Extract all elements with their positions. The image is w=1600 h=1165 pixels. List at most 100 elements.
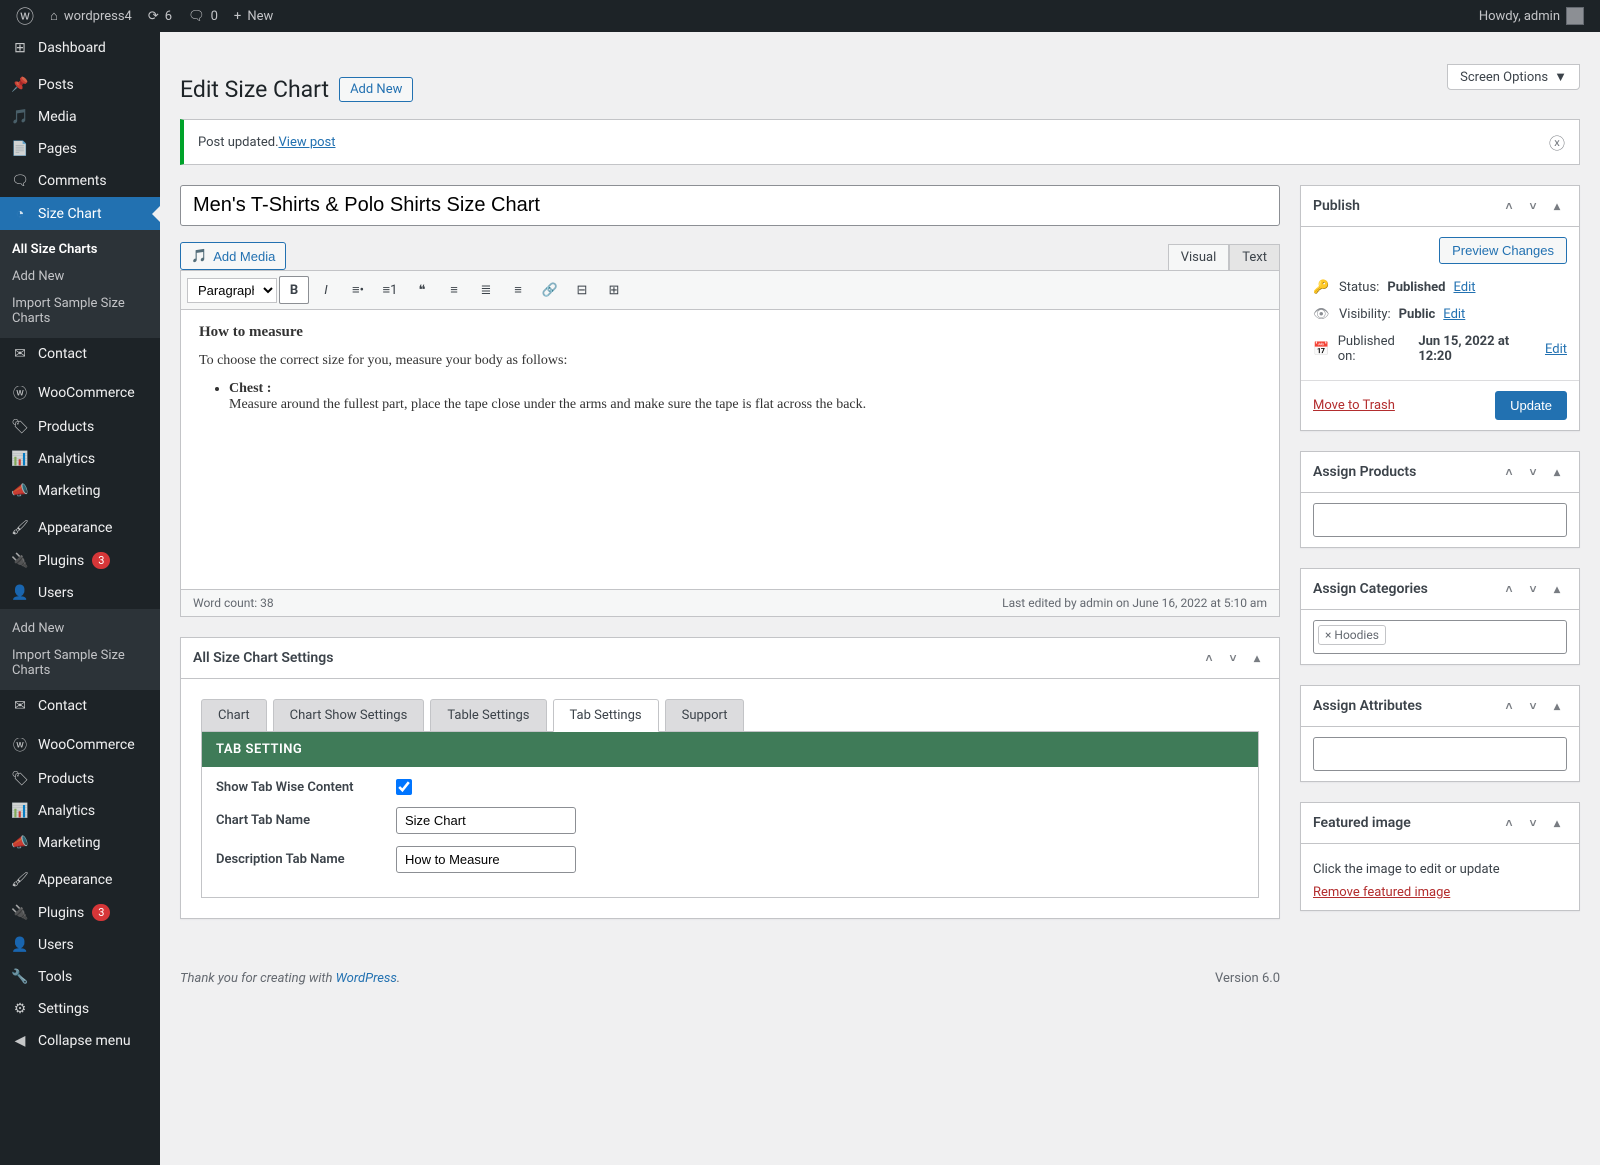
dismiss-notice-icon[interactable]: ⓧ — [1549, 130, 1565, 154]
move-down-icon[interactable]: ˅ — [1223, 648, 1243, 668]
italic-button[interactable]: I — [311, 276, 341, 304]
sidebar-settings[interactable]: ⚙Settings — [0, 993, 160, 1025]
align-center-button[interactable]: ≣ — [471, 276, 501, 304]
move-up-icon[interactable]: ˄ — [1499, 196, 1519, 216]
wordpress-link[interactable]: WordPress — [336, 971, 397, 986]
category-chip[interactable]: × Hoodies — [1318, 625, 1386, 645]
sidebar-tools[interactable]: 🔧Tools — [0, 961, 160, 993]
add-media-button[interactable]: 🎵Add Media — [180, 242, 286, 270]
show-tab-checkbox[interactable] — [396, 779, 412, 795]
sidebar-contact[interactable]: ✉Contact — [0, 338, 160, 370]
tab-table[interactable]: Table Settings — [430, 699, 546, 732]
move-down-icon[interactable]: ˅ — [1523, 579, 1543, 599]
brush-icon: 🖌 — [10, 520, 30, 536]
format-select[interactable]: Paragraph — [187, 278, 277, 303]
sidebar-media[interactable]: 🎵Media — [0, 101, 160, 133]
move-to-trash[interactable]: Move to Trash — [1313, 398, 1395, 413]
submenu-all[interactable]: All Size Charts — [0, 236, 160, 263]
users-import[interactable]: Import Sample Size Charts — [0, 642, 160, 684]
editor-content[interactable]: How to measure To choose the correct siz… — [180, 310, 1280, 590]
products-input[interactable] — [1313, 503, 1567, 537]
toggle-icon[interactable]: ▴ — [1547, 813, 1567, 833]
tab-tab-settings[interactable]: Tab Settings — [553, 699, 659, 732]
sidebar-users[interactable]: 👤Users — [0, 577, 160, 609]
sidebar-woocommerce[interactable]: ⓦWooCommerce — [0, 375, 160, 411]
move-down-icon[interactable]: ˅ — [1523, 696, 1543, 716]
move-down-icon[interactable]: ˅ — [1523, 462, 1543, 482]
remove-featured-image[interactable]: Remove featured image — [1313, 885, 1450, 900]
align-left-button[interactable]: ≡ — [439, 276, 469, 304]
sidebar-dashboard[interactable]: ⊞Dashboard — [0, 32, 160, 64]
align-right-button[interactable]: ≡ — [503, 276, 533, 304]
quote-button[interactable]: ❝ — [407, 276, 437, 304]
wp-logo[interactable]: ⓦ — [8, 0, 42, 32]
sidebar-size-chart[interactable]: ◔Size Chart — [0, 197, 160, 230]
sidebar-products-2[interactable]: 🏷Products — [0, 763, 160, 795]
desc-tab-name-input[interactable] — [396, 846, 576, 873]
categories-input[interactable]: × Hoodies — [1313, 620, 1567, 654]
content-li-bold: Chest : — [229, 381, 271, 396]
sidebar-analytics-2[interactable]: 📊Analytics — [0, 795, 160, 827]
attributes-input[interactable] — [1313, 737, 1567, 771]
move-down-icon[interactable]: ˅ — [1523, 196, 1543, 216]
sidebar-plugins[interactable]: 🔌Plugins 3 — [0, 544, 160, 577]
toggle-icon[interactable]: ▴ — [1247, 648, 1267, 668]
sidebar-pages[interactable]: 📄Pages — [0, 133, 160, 165]
tab-support[interactable]: Support — [665, 699, 745, 732]
edit-date[interactable]: Edit — [1545, 342, 1567, 357]
bold-button[interactable]: B — [279, 276, 309, 304]
number-list-button[interactable]: ≡1 — [375, 276, 405, 304]
sidebar-products[interactable]: 🏷Products — [0, 411, 160, 443]
submenu-add-new[interactable]: Add New — [0, 263, 160, 290]
tab-chart[interactable]: Chart — [201, 699, 267, 732]
add-new-button[interactable]: Add New — [339, 77, 413, 102]
tab-chart-show[interactable]: Chart Show Settings — [273, 699, 425, 732]
users-add-new[interactable]: Add New — [0, 615, 160, 642]
move-up-icon[interactable]: ˄ — [1199, 648, 1219, 668]
site-home[interactable]: ⌂wordpress4 — [42, 0, 140, 32]
visual-tab[interactable]: Visual — [1168, 244, 1230, 270]
new-content[interactable]: +New — [226, 0, 281, 32]
sidebar-marketing[interactable]: 📣Marketing — [0, 475, 160, 507]
sidebar-woocommerce-2[interactable]: ⓦWooCommerce — [0, 727, 160, 763]
text-tab[interactable]: Text — [1229, 244, 1280, 270]
readmore-button[interactable]: ⊟ — [567, 276, 597, 304]
settings-title: All Size Chart Settings — [193, 650, 333, 666]
screen-options-button[interactable]: Screen Options▼ — [1447, 64, 1580, 90]
view-post-link[interactable]: View post — [279, 135, 336, 150]
admin-bar: ⓦ ⌂wordpress4 ⟳6 🗨0 +New Howdy, admin — [0, 0, 1600, 32]
bullet-list-button[interactable]: ≡• — [343, 276, 373, 304]
eye-icon: 👁 — [1313, 307, 1331, 322]
link-button[interactable]: 🔗 — [535, 276, 565, 304]
toggle-icon[interactable]: ▴ — [1547, 462, 1567, 482]
move-up-icon[interactable]: ˄ — [1499, 579, 1519, 599]
submenu-import[interactable]: Import Sample Size Charts — [0, 290, 160, 332]
toolbar-toggle-button[interactable]: ⊞ — [599, 276, 629, 304]
post-title-input[interactable] — [180, 185, 1280, 226]
edit-status[interactable]: Edit — [1453, 280, 1475, 295]
toggle-icon[interactable]: ▴ — [1547, 196, 1567, 216]
move-down-icon[interactable]: ˅ — [1523, 813, 1543, 833]
sidebar-posts[interactable]: 📌Posts — [0, 69, 160, 101]
preview-button[interactable]: Preview Changes — [1439, 237, 1567, 264]
sidebar-plugins-2[interactable]: 🔌Plugins 3 — [0, 896, 160, 929]
toggle-icon[interactable]: ▴ — [1547, 579, 1567, 599]
sidebar-collapse[interactable]: ◀Collapse menu — [0, 1025, 160, 1057]
edit-visibility[interactable]: Edit — [1443, 307, 1465, 322]
update-button[interactable]: Update — [1495, 391, 1567, 420]
sidebar-comments[interactable]: 🗨Comments — [0, 165, 160, 197]
move-up-icon[interactable]: ˄ — [1499, 813, 1519, 833]
sidebar-appearance-2[interactable]: 🖌Appearance — [0, 864, 160, 896]
sidebar-analytics[interactable]: 📊Analytics — [0, 443, 160, 475]
move-up-icon[interactable]: ˄ — [1499, 696, 1519, 716]
sidebar-marketing-2[interactable]: 📣Marketing — [0, 827, 160, 859]
sidebar-contact-2[interactable]: ✉Contact — [0, 690, 160, 722]
updates[interactable]: ⟳6 — [140, 0, 180, 32]
move-up-icon[interactable]: ˄ — [1499, 462, 1519, 482]
sidebar-users-2[interactable]: 👤Users — [0, 929, 160, 961]
chart-tab-name-input[interactable] — [396, 807, 576, 834]
sidebar-appearance[interactable]: 🖌Appearance — [0, 512, 160, 544]
howdy-user[interactable]: Howdy, admin — [1471, 0, 1592, 32]
comments-bubble[interactable]: 🗨0 — [180, 0, 226, 32]
toggle-icon[interactable]: ▴ — [1547, 696, 1567, 716]
